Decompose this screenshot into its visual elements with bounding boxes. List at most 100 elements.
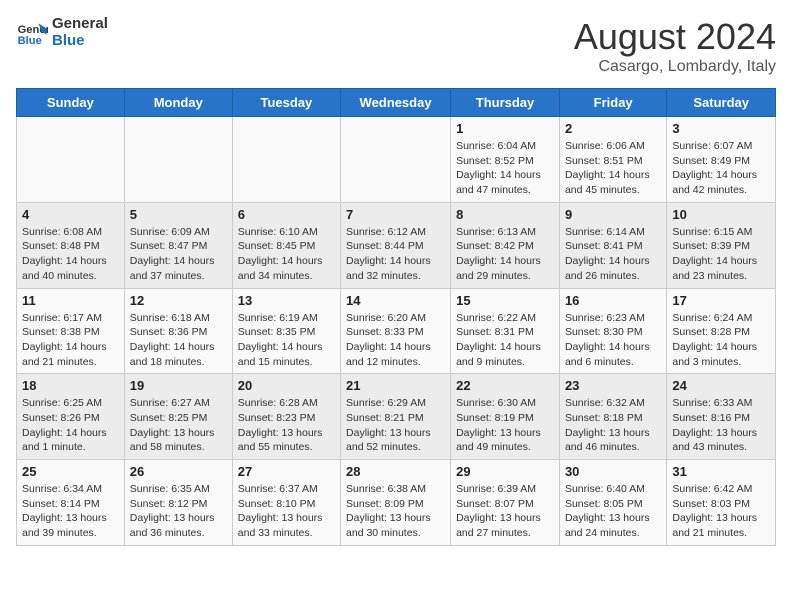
day-cell: 15 Sunrise: 6:22 AM Sunset: 8:31 PM Dayli… xyxy=(451,288,560,374)
calendar-header: SundayMondayTuesdayWednesdayThursdayFrid… xyxy=(17,89,776,117)
day-cell: 13Sunrise: 6:19 AM Sunset: 8:35 PM Dayli… xyxy=(232,288,340,374)
day-number: 2 xyxy=(565,121,661,136)
day-info: Sunrise: 6:18 AM Sunset: 8:36 PM Dayligh… xyxy=(130,311,227,370)
day-info: Sunrise: 6:42 AM Sunset: 8:03 PM Dayligh… xyxy=(672,482,770,541)
day-cell: 16 Sunrise: 6:23 AM Sunset: 8:30 PM Dayli… xyxy=(559,288,666,374)
column-header-tuesday: Tuesday xyxy=(232,89,340,117)
day-cell: 29Sunrise: 6:39 AM Sunset: 8:07 PM Dayli… xyxy=(451,460,560,546)
day-cell: 4 Sunrise: 6:08 AM Sunset: 8:48 PM Daylig… xyxy=(17,202,125,288)
day-info: Sunrise: 6:27 AM Sunset: 8:25 PM Dayligh… xyxy=(130,396,227,455)
day-info: Sunrise: 6:13 AM Sunset: 8:42 PM Dayligh… xyxy=(456,225,554,284)
day-cell xyxy=(232,117,340,203)
day-number: 18 xyxy=(22,378,119,393)
calendar-title: August 2024 xyxy=(574,16,776,58)
day-info: Sunrise: 6:20 AM Sunset: 8:33 PM Dayligh… xyxy=(346,311,445,370)
day-cell: 21Sunrise: 6:29 AM Sunset: 8:21 PM Dayli… xyxy=(341,374,451,460)
day-info: Sunrise: 6:29 AM Sunset: 8:21 PM Dayligh… xyxy=(346,396,445,455)
day-number: 23 xyxy=(565,378,661,393)
day-number: 26 xyxy=(130,464,227,479)
day-info: Sunrise: 6:38 AM Sunset: 8:09 PM Dayligh… xyxy=(346,482,445,541)
day-info: Sunrise: 6:37 AM Sunset: 8:10 PM Dayligh… xyxy=(238,482,335,541)
week-row-5: 25Sunrise: 6:34 AM Sunset: 8:14 PM Dayli… xyxy=(17,460,776,546)
day-cell: 14 Sunrise: 6:20 AM Sunset: 8:33 PM Dayli… xyxy=(341,288,451,374)
day-number: 16 xyxy=(565,293,661,308)
day-info: Sunrise: 6:14 AM Sunset: 8:41 PM Dayligh… xyxy=(565,225,661,284)
day-cell xyxy=(341,117,451,203)
day-info: Sunrise: 6:09 AM Sunset: 8:47 PM Dayligh… xyxy=(130,225,227,284)
day-number: 10 xyxy=(672,207,770,222)
day-number: 3 xyxy=(672,121,770,136)
day-number: 31 xyxy=(672,464,770,479)
calendar-subtitle: Casargo, Lombardy, Italy xyxy=(574,58,776,76)
day-number: 27 xyxy=(238,464,335,479)
svg-text:Blue: Blue xyxy=(18,35,42,47)
day-number: 8 xyxy=(456,207,554,222)
day-cell: 1Sunrise: 6:04 AM Sunset: 8:52 PM Daylig… xyxy=(451,117,560,203)
day-number: 30 xyxy=(565,464,661,479)
day-number: 13 xyxy=(238,293,335,308)
day-cell: 17 Sunrise: 6:24 AM Sunset: 8:28 PM Dayli… xyxy=(667,288,776,374)
week-row-4: 18 Sunrise: 6:25 AM Sunset: 8:26 PM Dayli… xyxy=(17,374,776,460)
day-cell: 30 Sunrise: 6:40 AM Sunset: 8:05 PM Dayli… xyxy=(559,460,666,546)
day-cell: 18 Sunrise: 6:25 AM Sunset: 8:26 PM Dayli… xyxy=(17,374,125,460)
week-row-3: 11 Sunrise: 6:17 AM Sunset: 8:38 PM Dayli… xyxy=(17,288,776,374)
day-cell: 6 Sunrise: 6:10 AM Sunset: 8:45 PM Daylig… xyxy=(232,202,340,288)
day-number: 15 xyxy=(456,293,554,308)
day-number: 19 xyxy=(130,378,227,393)
day-info: Sunrise: 6:24 AM Sunset: 8:28 PM Dayligh… xyxy=(672,311,770,370)
column-header-friday: Friday xyxy=(559,89,666,117)
day-info: Sunrise: 6:08 AM Sunset: 8:48 PM Dayligh… xyxy=(22,225,119,284)
day-cell xyxy=(17,117,125,203)
day-info: Sunrise: 6:06 AM Sunset: 8:51 PM Dayligh… xyxy=(565,139,661,198)
day-number: 9 xyxy=(565,207,661,222)
day-info: Sunrise: 6:25 AM Sunset: 8:26 PM Dayligh… xyxy=(22,396,119,455)
day-cell: 5 Sunrise: 6:09 AM Sunset: 8:47 PM Daylig… xyxy=(124,202,232,288)
day-cell: 25Sunrise: 6:34 AM Sunset: 8:14 PM Dayli… xyxy=(17,460,125,546)
day-info: Sunrise: 6:07 AM Sunset: 8:49 PM Dayligh… xyxy=(672,139,770,198)
day-number: 6 xyxy=(238,207,335,222)
day-number: 24 xyxy=(672,378,770,393)
column-header-sunday: Sunday xyxy=(17,89,125,117)
day-number: 29 xyxy=(456,464,554,479)
logo-text-line2: Blue xyxy=(52,33,108,50)
day-cell: 3 Sunrise: 6:07 AM Sunset: 8:49 PM Daylig… xyxy=(667,117,776,203)
day-number: 11 xyxy=(22,293,119,308)
day-number: 7 xyxy=(346,207,445,222)
day-info: Sunrise: 6:15 AM Sunset: 8:39 PM Dayligh… xyxy=(672,225,770,284)
calendar-table: SundayMondayTuesdayWednesdayThursdayFrid… xyxy=(16,88,776,546)
day-number: 17 xyxy=(672,293,770,308)
day-info: Sunrise: 6:17 AM Sunset: 8:38 PM Dayligh… xyxy=(22,311,119,370)
day-cell: 11 Sunrise: 6:17 AM Sunset: 8:38 PM Dayli… xyxy=(17,288,125,374)
day-cell: 19 Sunrise: 6:27 AM Sunset: 8:25 PM Dayli… xyxy=(124,374,232,460)
day-number: 20 xyxy=(238,378,335,393)
week-row-2: 4 Sunrise: 6:08 AM Sunset: 8:48 PM Daylig… xyxy=(17,202,776,288)
day-number: 22 xyxy=(456,378,554,393)
day-cell: 10 Sunrise: 6:15 AM Sunset: 8:39 PM Dayli… xyxy=(667,202,776,288)
day-info: Sunrise: 6:22 AM Sunset: 8:31 PM Dayligh… xyxy=(456,311,554,370)
column-header-thursday: Thursday xyxy=(451,89,560,117)
day-cell: 26Sunrise: 6:35 AM Sunset: 8:12 PM Dayli… xyxy=(124,460,232,546)
day-number: 4 xyxy=(22,207,119,222)
column-header-saturday: Saturday xyxy=(667,89,776,117)
day-cell: 22Sunrise: 6:30 AM Sunset: 8:19 PM Dayli… xyxy=(451,374,560,460)
day-cell: 8 Sunrise: 6:13 AM Sunset: 8:42 PM Daylig… xyxy=(451,202,560,288)
day-cell xyxy=(124,117,232,203)
day-number: 28 xyxy=(346,464,445,479)
day-number: 5 xyxy=(130,207,227,222)
title-area: August 2024 Casargo, Lombardy, Italy xyxy=(574,16,776,76)
day-info: Sunrise: 6:10 AM Sunset: 8:45 PM Dayligh… xyxy=(238,225,335,284)
day-number: 14 xyxy=(346,293,445,308)
day-cell: 24 Sunrise: 6:33 AM Sunset: 8:16 PM Dayli… xyxy=(667,374,776,460)
day-info: Sunrise: 6:23 AM Sunset: 8:30 PM Dayligh… xyxy=(565,311,661,370)
day-info: Sunrise: 6:28 AM Sunset: 8:23 PM Dayligh… xyxy=(238,396,335,455)
day-info: Sunrise: 6:34 AM Sunset: 8:14 PM Dayligh… xyxy=(22,482,119,541)
week-row-1: 1Sunrise: 6:04 AM Sunset: 8:52 PM Daylig… xyxy=(17,117,776,203)
day-info: Sunrise: 6:33 AM Sunset: 8:16 PM Dayligh… xyxy=(672,396,770,455)
day-cell: 7Sunrise: 6:12 AM Sunset: 8:44 PM Daylig… xyxy=(341,202,451,288)
logo-icon: General Blue xyxy=(16,17,48,49)
day-cell: 20 Sunrise: 6:28 AM Sunset: 8:23 PM Dayli… xyxy=(232,374,340,460)
day-number: 1 xyxy=(456,121,554,136)
day-cell: 12Sunrise: 6:18 AM Sunset: 8:36 PM Dayli… xyxy=(124,288,232,374)
day-info: Sunrise: 6:40 AM Sunset: 8:05 PM Dayligh… xyxy=(565,482,661,541)
column-header-wednesday: Wednesday xyxy=(341,89,451,117)
